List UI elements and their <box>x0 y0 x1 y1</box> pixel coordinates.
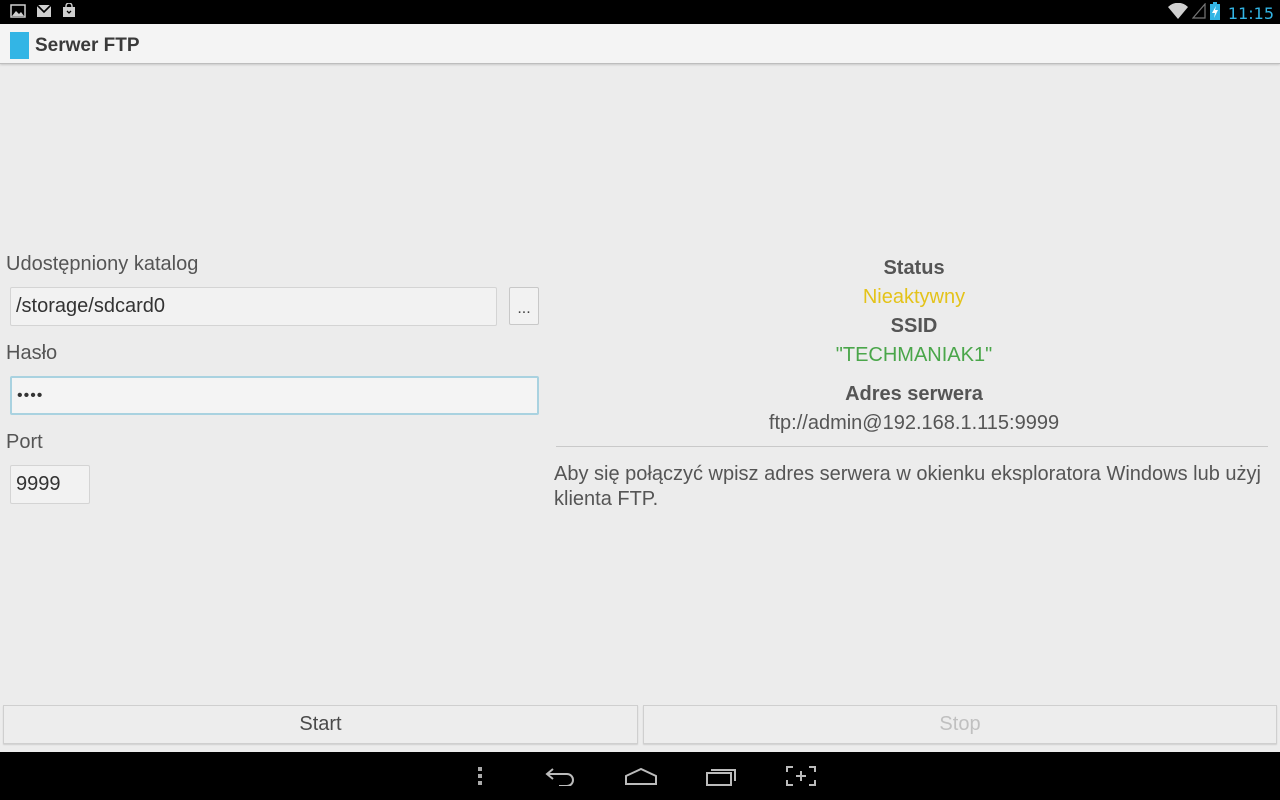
app-icon[interactable] <box>10 32 29 59</box>
status-value: Nieaktywny <box>862 286 966 308</box>
server-address-label: Adres serwera <box>845 383 983 405</box>
action-bar: Serwer FTP <box>0 24 1280 64</box>
gmail-icon <box>36 3 52 23</box>
start-button[interactable]: Start <box>3 705 638 744</box>
divider <box>556 446 1268 447</box>
password-value: •••• <box>17 386 44 404</box>
notification-icons <box>10 2 76 23</box>
shop-bag-icon <box>62 2 76 23</box>
home-icon[interactable] <box>623 762 659 790</box>
clock: 11:15 <box>1227 4 1274 23</box>
recents-icon[interactable] <box>704 762 740 790</box>
password-label: Hasło <box>6 342 58 364</box>
status-bar: 11:15 <box>0 0 1280 24</box>
port-field[interactable]: 9999 <box>10 465 90 504</box>
system-icons: 11:15 <box>1167 2 1274 25</box>
directory-field[interactable]: /storage/sdcard0 <box>10 287 497 326</box>
ssid-value: "TECHMANIAK1" <box>835 344 993 366</box>
ssid-label: SSID <box>890 315 938 337</box>
gallery-icon <box>10 3 26 23</box>
navigation-bar <box>0 752 1280 800</box>
connection-hint: Aby się połączyć wpisz adres serwera w o… <box>554 463 1261 510</box>
status-label: Status <box>883 257 945 279</box>
wifi-icon <box>1167 2 1188 24</box>
signal-icon <box>1191 2 1206 24</box>
browse-directory-button[interactable]: ... <box>509 287 539 325</box>
app-title: Serwer FTP <box>35 35 140 56</box>
directory-value: /storage/sdcard0 <box>16 295 165 317</box>
directory-label: Udostępniony katalog <box>6 253 199 275</box>
password-field[interactable]: •••• <box>10 376 539 415</box>
server-address-value: ftp://admin@192.168.1.115:9999 <box>768 412 1060 434</box>
menu-dots-icon[interactable] <box>472 762 488 790</box>
port-value: 9999 <box>16 473 61 495</box>
battery-charging-icon <box>1209 2 1220 25</box>
stop-button[interactable]: Stop <box>643 705 1277 744</box>
screenshot-icon[interactable] <box>784 762 818 790</box>
port-label: Port <box>6 431 43 453</box>
back-icon[interactable] <box>545 762 577 790</box>
